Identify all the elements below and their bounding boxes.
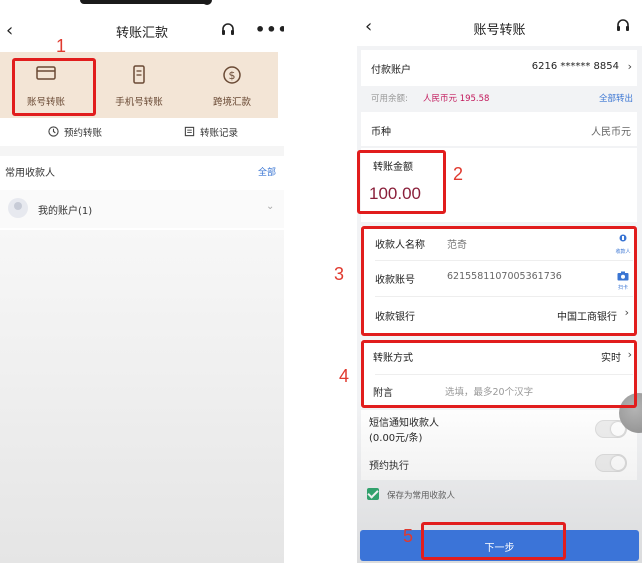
payer-account-row[interactable]: 付款账户 6216 ****** 8854 › xyxy=(361,50,637,86)
headset-icon[interactable] xyxy=(615,18,631,34)
balance-row: 可用余额: 人民币元 195.58 全部转出 xyxy=(361,88,637,108)
annotation-1: 1 xyxy=(56,36,67,56)
section-gap xyxy=(0,146,284,156)
options-section: 短信通知收款人 (0.00元/条) 预约执行 xyxy=(361,410,637,480)
record-icon xyxy=(184,126,195,137)
save-payee-checkbox[interactable] xyxy=(367,488,379,500)
cross-border-remit-button[interactable]: $ 跨境汇款 xyxy=(186,52,278,118)
avatar-icon xyxy=(8,198,28,218)
camera-dot xyxy=(202,0,212,5)
chevron-down-icon[interactable]: ⌄ xyxy=(266,201,274,212)
schedule-toggle[interactable] xyxy=(595,454,627,472)
empty-area xyxy=(0,230,284,563)
balance-value: 人民币元 195.58 xyxy=(423,94,490,104)
highlight-box-2 xyxy=(357,150,446,214)
frequent-payees-all-link[interactable]: 全部 xyxy=(258,165,276,178)
chevron-right-icon: › xyxy=(627,60,632,73)
clock-icon xyxy=(48,126,59,137)
currency-label: 币种 xyxy=(371,127,391,138)
transfer-home-screen: ‹ 转账汇款 ••• 账号转账 手机号转账 xyxy=(0,0,284,563)
scheduled-transfer-link[interactable]: 预约转账 xyxy=(48,125,102,139)
my-account-item[interactable]: 我的账户(1) ⌄ xyxy=(0,190,284,228)
transfer-all-link[interactable]: 全部转出 xyxy=(599,92,633,104)
dollar-icon: $ xyxy=(223,66,241,84)
top-bar: ‹ 账号转账 xyxy=(357,0,642,46)
phone-transfer-button[interactable]: 手机号转账 xyxy=(93,52,185,118)
frequent-payees-title: 常用收款人 xyxy=(5,168,55,179)
save-payee-label: 保存为常用收款人 xyxy=(387,491,456,501)
sms-notify-label: 短信通知收款人 xyxy=(369,418,439,429)
page-title: 转账汇款 xyxy=(115,26,168,41)
headset-icon[interactable] xyxy=(220,22,236,38)
page-title: 账号转账 xyxy=(473,23,526,38)
cross-border-remit-label: 跨境汇款 xyxy=(212,97,251,108)
account-transfer-screen: ‹ 账号转账 付款账户 6216 ****** 8854 › 可用余额: 人民币… xyxy=(357,0,642,563)
annotation-5: 5 xyxy=(403,526,414,546)
save-payee-row[interactable]: 保存为常用收款人 xyxy=(357,486,642,506)
highlight-box-1 xyxy=(12,58,96,116)
phone-icon xyxy=(133,65,145,84)
schedule-label: 预约执行 xyxy=(369,461,409,472)
currency-row: 币种 人民币元 xyxy=(361,112,637,146)
currency-value: 人民币元 xyxy=(591,127,631,138)
highlight-box-5 xyxy=(421,522,566,560)
payer-account-label: 付款账户 xyxy=(371,65,411,76)
my-account-label: 我的账户(1) xyxy=(38,206,93,217)
balance-label: 可用余额: xyxy=(371,94,408,104)
highlight-box-3 xyxy=(361,226,637,336)
annotation-4: 4 xyxy=(339,366,350,386)
status-notch xyxy=(80,0,210,4)
secondary-actions: 预约转账 转账记录 xyxy=(0,120,278,144)
sms-fee-label: (0.00元/条) xyxy=(369,433,423,444)
highlight-box-4 xyxy=(361,340,637,408)
transfer-records-link[interactable]: 转账记录 xyxy=(184,125,238,139)
annotation-3: 3 xyxy=(334,264,345,284)
payer-account-value: 6216 ****** 8854 xyxy=(531,61,619,72)
annotation-2: 2 xyxy=(453,164,464,184)
more-icon[interactable]: ••• xyxy=(255,20,284,39)
top-bar: ‹ 转账汇款 ••• xyxy=(0,0,284,52)
svg-text:$: $ xyxy=(229,69,236,82)
phone-transfer-label: 手机号转账 xyxy=(115,97,163,108)
